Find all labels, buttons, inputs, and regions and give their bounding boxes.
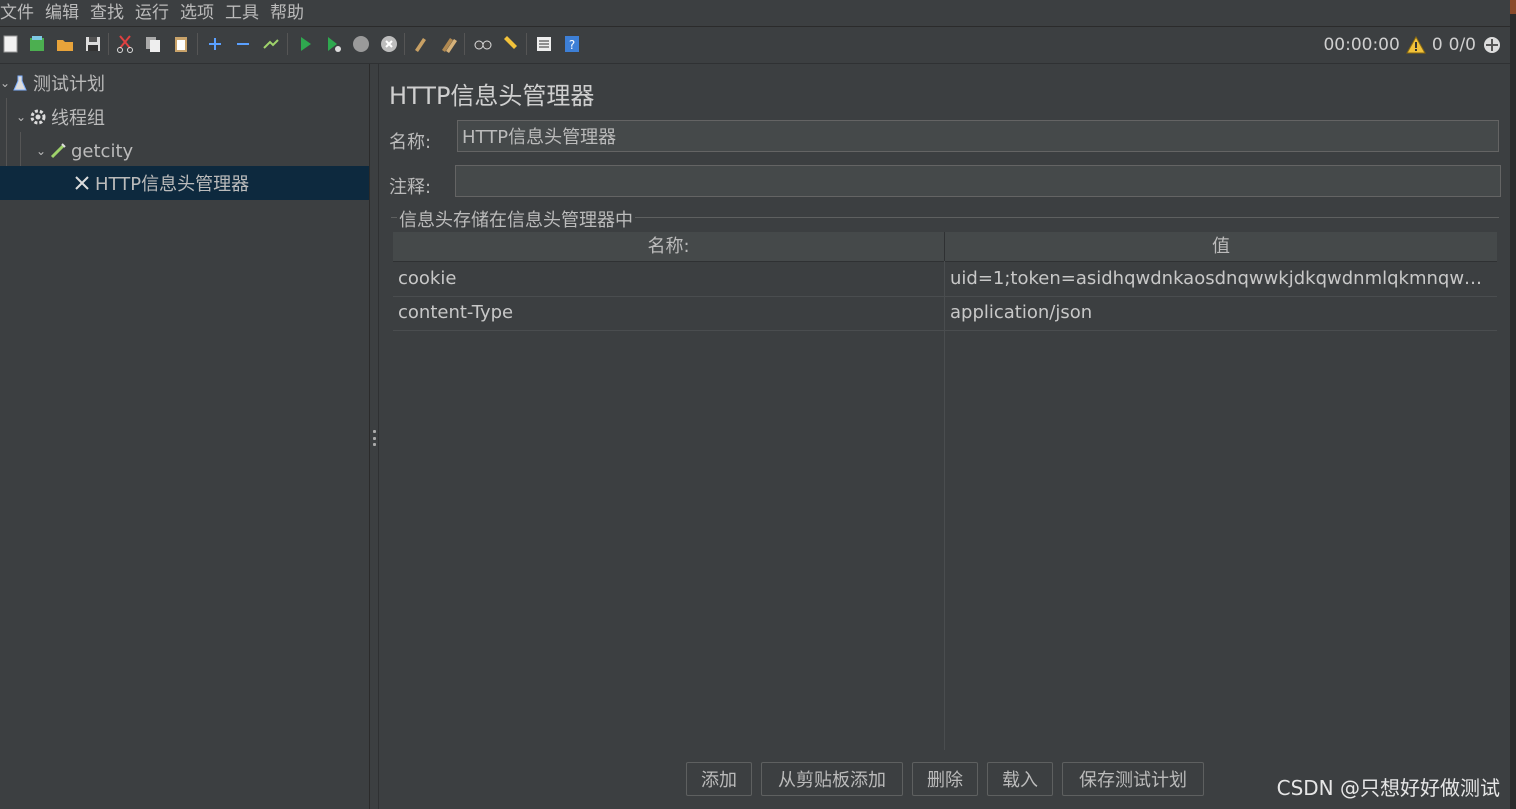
collapse-icon[interactable] <box>232 33 254 55</box>
clear-all-icon[interactable] <box>438 33 460 55</box>
header-value-cell[interactable]: uid=1;token=asidhqwdnkaosdnqwwkjdkqwdnml… <box>950 262 1484 296</box>
paste-icon[interactable] <box>170 33 192 55</box>
save-icon[interactable] <box>82 33 104 55</box>
remote-icon[interactable] <box>1482 35 1502 55</box>
panel-splitter[interactable] <box>370 64 379 809</box>
elapsed-timer: 00:00:00 <box>1323 35 1400 55</box>
new-icon[interactable] <box>0 33 22 55</box>
add-from-clipboard-button[interactable]: 从剪贴板添加 <box>761 762 903 796</box>
help-icon[interactable]: ? <box>561 33 583 55</box>
menu-search[interactable]: 查找 <box>90 1 130 25</box>
warning-icon[interactable] <box>1405 36 1426 54</box>
open-icon[interactable] <box>54 33 76 55</box>
tree-item-header-manager[interactable]: HTTP信息头管理器 <box>0 166 369 200</box>
header-name-cell[interactable]: content-Type <box>398 296 938 330</box>
column-header-value[interactable]: 值 <box>945 232 1497 261</box>
templates-icon[interactable] <box>26 33 48 55</box>
sampler-icon <box>48 141 68 161</box>
tree-item-label: getcity <box>71 140 134 162</box>
header-name-cell[interactable]: cookie <box>398 262 938 296</box>
name-label: 名称: <box>389 132 432 153</box>
table-row[interactable]: content-Type application/json <box>393 296 1497 331</box>
header-group-label: 信息头存储在信息头管理器中 <box>397 206 635 232</box>
page-title: HTTP信息头管理器 <box>389 82 595 110</box>
status-area: 00:00:00 0 0/0 <box>1323 33 1502 57</box>
start-icon[interactable] <box>294 33 316 55</box>
shutdown-icon[interactable] <box>378 33 400 55</box>
tree-item-thread-group[interactable]: ⌄ 线程组 <box>0 100 369 134</box>
thread-group-icon <box>28 107 48 127</box>
toggle-icon[interactable] <box>260 33 282 55</box>
chevron-down-icon[interactable]: ⌄ <box>14 110 28 124</box>
delete-button[interactable]: 删除 <box>912 762 978 796</box>
function-helper-icon[interactable] <box>533 33 555 55</box>
menu-tools[interactable]: 工具 <box>225 1 265 25</box>
name-field[interactable] <box>457 120 1499 152</box>
column-header-name[interactable]: 名称: <box>393 232 944 261</box>
menu-help[interactable]: 帮助 <box>270 1 310 25</box>
tree-item-label: 线程组 <box>51 108 105 129</box>
search-icon[interactable] <box>472 33 494 55</box>
active-threads: 0/0 <box>1448 35 1476 55</box>
table-header: 名称: 值 <box>393 232 1497 262</box>
menu-run[interactable]: 运行 <box>135 1 175 25</box>
watermark: CSDN @只想好好做测试 <box>1276 776 1500 800</box>
headers-table: 名称: 值 cookie uid=1;token=asidhqwdnkaosdn… <box>393 232 1497 750</box>
clear-icon[interactable] <box>410 33 432 55</box>
cut-icon[interactable] <box>114 33 136 55</box>
toolbar: ? 00:00:00 0 0/0 <box>0 27 1510 64</box>
comment-label: 注释: <box>389 177 432 198</box>
load-button[interactable]: 载入 <box>987 762 1053 796</box>
stop-icon[interactable] <box>350 33 372 55</box>
comment-field[interactable] <box>455 165 1501 197</box>
tree-item-label: HTTP信息头管理器 <box>95 174 250 195</box>
tree-item-getcity[interactable]: ⌄ getcity <box>0 134 369 168</box>
tree-item-label: 测试计划 <box>33 74 105 95</box>
test-plan-icon <box>10 73 30 93</box>
menu-bar: 文件 编辑 查找 运行 选项 工具 帮助 <box>0 0 1510 27</box>
tree-item-test-plan[interactable]: ⌄ 测试计划 <box>0 66 369 100</box>
expand-icon[interactable] <box>204 33 226 55</box>
chevron-down-icon[interactable]: ⌄ <box>34 144 48 158</box>
save-test-plan-button[interactable]: 保存测试计划 <box>1062 762 1204 796</box>
header-manager-panel: HTTP信息头管理器 名称: 注释: 信息头存储在信息头管理器中 名称: 值 c… <box>379 64 1510 809</box>
menu-file[interactable]: 文件 <box>0 1 40 25</box>
test-plan-tree: ⌄ 测试计划 ⌄ 线程组 ⌄ getcity HTTP信息头管理器 <box>0 64 370 809</box>
menu-options[interactable]: 选项 <box>180 1 220 25</box>
chevron-down-icon[interactable]: ⌄ <box>0 76 10 90</box>
window-edge <box>1510 0 1516 809</box>
header-value-cell[interactable]: application/json <box>950 296 1484 330</box>
header-manager-icon <box>72 173 92 193</box>
table-row[interactable]: cookie uid=1;token=asidhqwdnkaosdnqwwkjd… <box>393 262 1497 297</box>
menu-edit[interactable]: 编辑 <box>45 1 85 25</box>
copy-icon[interactable] <box>142 33 164 55</box>
add-button[interactable]: 添加 <box>686 762 752 796</box>
warning-count: 0 <box>1431 35 1443 55</box>
start-no-pause-icon[interactable] <box>322 33 344 55</box>
reset-search-icon[interactable] <box>500 33 522 55</box>
svg-text:?: ? <box>569 38 575 52</box>
